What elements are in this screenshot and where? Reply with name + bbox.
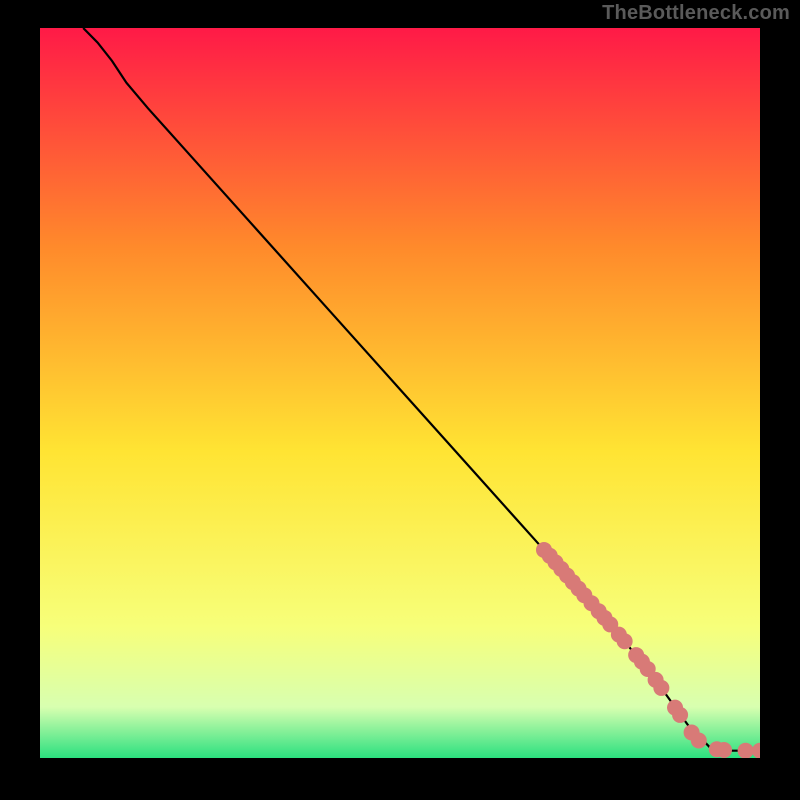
marker-point — [738, 743, 754, 758]
watermark-text: TheBottleneck.com — [602, 2, 790, 25]
plot-area — [40, 28, 760, 758]
marker-point — [691, 732, 707, 748]
marker-point — [653, 680, 669, 696]
chart-container: TheBottleneck.com — [0, 0, 800, 800]
marker-point — [617, 633, 633, 649]
chart-svg — [40, 28, 760, 758]
gradient-background — [40, 28, 760, 758]
marker-point — [716, 742, 732, 758]
marker-point — [672, 707, 688, 723]
